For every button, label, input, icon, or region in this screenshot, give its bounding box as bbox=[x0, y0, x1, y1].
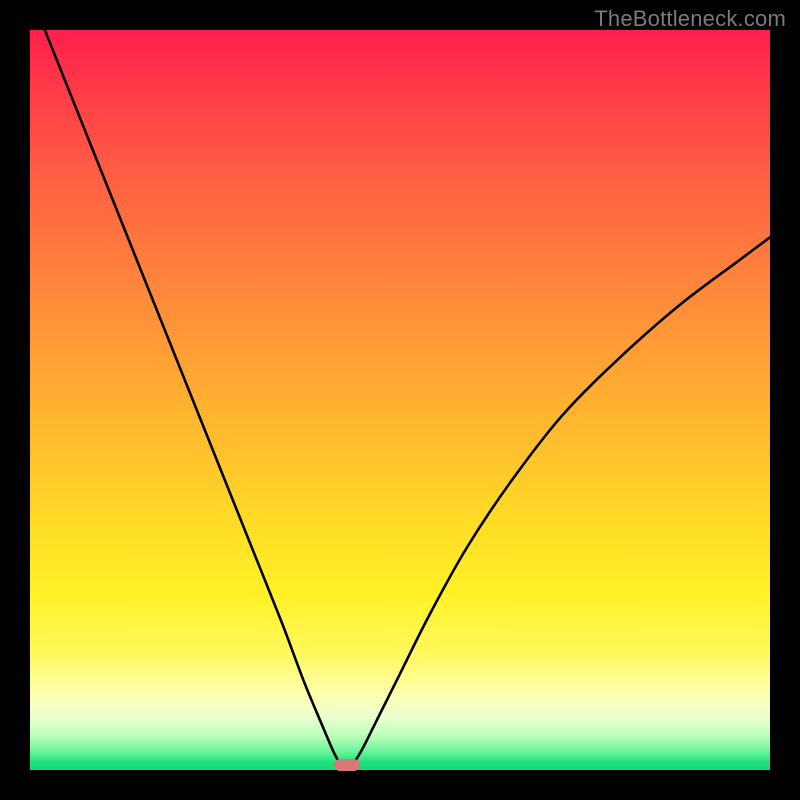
chart-frame: TheBottleneck.com bbox=[0, 0, 800, 800]
watermark-text: TheBottleneck.com bbox=[594, 6, 786, 32]
curve-left-branch bbox=[45, 30, 340, 763]
plot-area bbox=[30, 30, 770, 770]
minimum-marker bbox=[334, 759, 360, 771]
curve-right-branch bbox=[354, 237, 770, 762]
curve-svg bbox=[30, 30, 770, 770]
